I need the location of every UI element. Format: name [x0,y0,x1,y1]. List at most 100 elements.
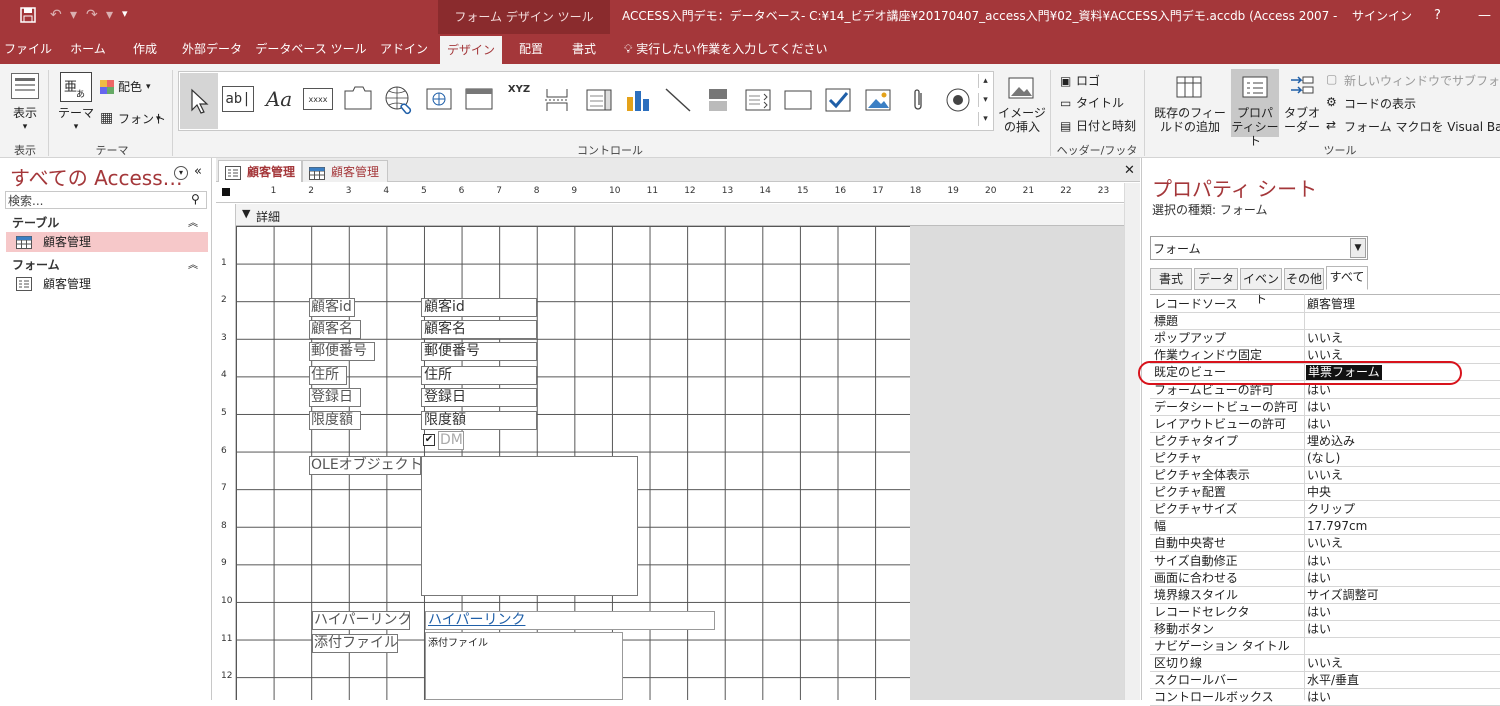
collapse-forms-icon[interactable]: ︽ [188,256,198,271]
form-selector[interactable] [222,188,230,196]
prop-tab-all[interactable]: すべて [1326,266,1368,290]
property-value[interactable]: はい [1307,553,1331,570]
colors-button[interactable]: 配色 [118,80,142,94]
property-value[interactable]: はい [1307,416,1331,433]
field-postal-code[interactable]: 郵便番号 [421,342,537,361]
close-icon[interactable]: ✕ [1124,163,1135,178]
ole-object-frame[interactable] [421,456,638,596]
label-customer-id[interactable]: 顧客id [309,298,355,317]
dm-checkbox[interactable]: ✔ [423,434,435,446]
rectangle-icon[interactable] [783,88,813,112]
nav-pane-title[interactable]: すべての Access… [10,162,183,191]
tab-database-tools[interactable]: データベース ツール [254,34,368,64]
label-dm[interactable]: DM [438,431,464,450]
attachment-icon[interactable] [903,86,933,114]
label-address[interactable]: 住所 [309,366,347,385]
field-attachment[interactable]: 添付ファイル [425,632,623,700]
gallery-scroll-up-icon[interactable]: ▴ [978,74,992,88]
colors-dropdown-icon[interactable]: ▾ [146,80,151,94]
property-value[interactable]: いいえ [1307,330,1343,347]
label-credit-limit[interactable]: 限度額 [309,411,361,430]
undo-icon[interactable]: ↶ [50,7,62,23]
view-dropdown-icon[interactable]: ▾ [18,120,32,134]
label-registered-date[interactable]: 登録日 [309,388,361,407]
property-value[interactable]: 17.797cm [1307,518,1367,535]
property-value[interactable]: 埋め込み [1307,433,1355,450]
colors-icon[interactable] [100,80,114,94]
convert-macros-button[interactable]: フォーム マクロを Visual Basic に [1344,120,1500,134]
chevron-down-icon[interactable]: ▼ [1350,238,1366,258]
datetime-icon[interactable]: ▤ [1060,119,1071,133]
logo-icon[interactable]: ▣ [1060,74,1071,88]
nav-form-item[interactable]: 顧客管理 [6,274,208,294]
property-value[interactable]: 顧客管理 [1307,296,1355,313]
nav-collapse-icon[interactable]: « [194,164,202,179]
save-icon[interactable] [20,7,36,27]
label-hyperlink[interactable]: ハイパーリンク [312,611,410,630]
doc-tab-form[interactable]: 顧客管理 [218,160,302,182]
property-sheet-icon[interactable] [1240,74,1270,100]
prop-tab-format[interactable]: 書式 [1150,268,1192,290]
property-row[interactable] [1150,313,1500,331]
detail-section-bar[interactable] [236,204,1124,226]
checkbox-icon[interactable] [823,86,853,114]
property-sheet-button[interactable]: プロパティシート [1231,106,1279,148]
vertical-scrollbar[interactable] [1124,183,1140,700]
property-value[interactable]: (なし) [1307,450,1340,467]
tab-addin[interactable]: アドイン [372,34,436,64]
signin-link[interactable]: サインイン [1352,0,1412,32]
chart-icon[interactable] [623,86,653,114]
theme-button[interactable]: テーマ [57,106,95,120]
property-value[interactable]: いいえ [1307,535,1343,552]
property-value[interactable]: 中央 [1307,484,1331,501]
nav-menu-dropdown-icon[interactable]: ▾ [174,166,188,180]
property-value[interactable]: はい [1307,689,1331,706]
convert-macros-icon[interactable]: ⇄ [1326,118,1336,132]
fonts-dropdown-icon[interactable]: ▾ [156,112,161,126]
navigation-icon[interactable] [424,86,454,112]
hyperlink-icon[interactable] [382,84,416,116]
tab-arrange[interactable]: 配置 [506,34,556,64]
collapse-tables-icon[interactable]: ︽ [188,214,198,229]
property-value[interactable]: はい [1307,621,1331,638]
webbrowser-icon[interactable] [463,86,495,112]
tab-external-data[interactable]: 外部データ [174,34,250,64]
redo-dropdown-icon[interactable]: ▾ [106,7,113,23]
line-icon[interactable] [663,86,693,114]
tab-file[interactable]: ファイル [0,34,56,64]
gallery-scroll-down-icon[interactable]: ▾ [978,93,992,107]
datetime-button[interactable]: 日付と時刻 [1076,119,1136,133]
title-icon[interactable]: ▭ [1060,96,1071,110]
logo-button[interactable]: ロゴ [1076,74,1100,88]
property-value[interactable]: はい [1307,399,1331,416]
add-fields-icon[interactable] [1174,74,1204,100]
redo-icon[interactable]: ↷ [86,7,98,23]
field-registered-date[interactable]: 登録日 [421,388,537,407]
minimize-button[interactable]: — [1478,0,1491,32]
property-value[interactable]: クリップ [1307,501,1355,518]
field-credit-limit[interactable]: 限度額 [421,411,537,430]
insert-image-icon[interactable] [1006,74,1036,102]
optiongroup-icon[interactable]: XYZ [503,84,535,114]
theme-icon[interactable]: 亜あ [60,72,92,102]
nav-group-tables[interactable]: テーブル [12,214,59,231]
tab-icon[interactable] [342,84,374,112]
property-value[interactable]: いいえ [1307,655,1343,672]
property-value[interactable]: いいえ [1307,467,1343,484]
field-address[interactable]: 住所 [421,366,537,385]
property-value[interactable]: サイズ調整可 [1307,587,1379,604]
select-icon[interactable] [180,73,218,129]
title-button[interactable]: タイトル [1076,96,1124,110]
tab-format[interactable]: 書式 [560,34,608,64]
property-value[interactable]: 水平/垂直 [1307,672,1359,689]
textbox-icon[interactable]: ab| [222,86,254,112]
nav-table-item[interactable]: 顧客管理 [6,232,208,252]
field-customer-id[interactable]: 顧客id [421,298,537,317]
field-customer-name[interactable]: 顧客名 [421,320,537,339]
optionbutton-icon[interactable] [943,86,973,114]
tell-me-box[interactable]: 💡︎ 実行したい作業を入力してください [624,34,828,64]
prop-tab-data[interactable]: データ [1194,268,1238,290]
label-icon[interactable]: Aa [262,86,296,112]
combobox-icon[interactable] [584,86,614,114]
tab-create[interactable]: 作成 [120,34,170,64]
